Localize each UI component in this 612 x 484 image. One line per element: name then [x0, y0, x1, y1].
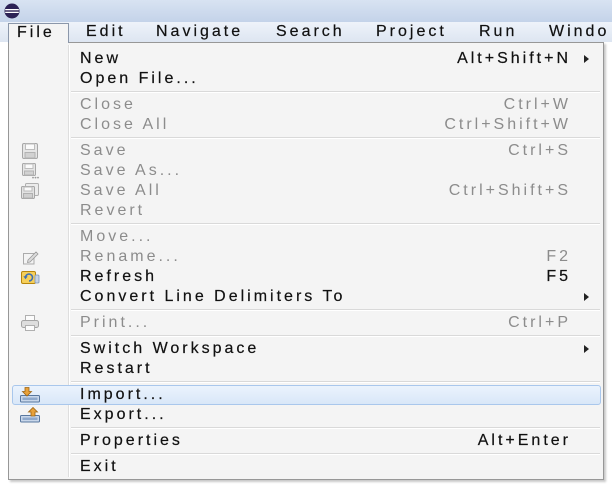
export-icon: [20, 407, 40, 423]
menu-item-label: Revert: [80, 202, 146, 219]
menu-item-restart[interactable]: Restart: [9, 359, 603, 379]
menubar-item-run[interactable]: Run: [479, 22, 517, 42]
shortcut-label: Ctrl+Shift+S: [448, 182, 571, 199]
menu-item-label: Convert Line Delimiters To: [80, 288, 346, 305]
menu-separator: [71, 137, 600, 139]
menu-item-exit[interactable]: Exit: [9, 457, 603, 477]
menu-item-switch-workspace[interactable]: Switch Workspace: [9, 339, 603, 359]
submenu-arrow-icon: [584, 345, 589, 353]
menu-item-label: Print...: [80, 314, 151, 331]
title-bar: [0, 0, 612, 22]
menu-separator: [71, 223, 600, 225]
save-all-icon: [20, 183, 40, 199]
menu-item-convert-line-delimiters[interactable]: Convert Line Delimiters To: [9, 287, 603, 307]
menu-item-open-file[interactable]: Open File...: [9, 69, 603, 89]
shortcut-label: F5: [546, 268, 571, 285]
shortcut-label: Ctrl+W: [503, 96, 571, 113]
menu-item-export[interactable]: Export...: [9, 405, 603, 425]
menu-item-label: Restart: [80, 360, 153, 377]
menu-item-label: Rename...: [80, 248, 181, 265]
menu-item-properties[interactable]: Properties Alt+Enter: [9, 431, 603, 451]
menu-item-label: New: [80, 50, 122, 67]
save-icon: [20, 143, 40, 159]
file-menu-dropdown: New Alt+Shift+N Open File... Close Ctrl+…: [8, 42, 604, 480]
menu-item-close: Close Ctrl+W: [9, 95, 603, 115]
menubar-item-search[interactable]: Search: [276, 22, 345, 42]
menu-item-save: Save Ctrl+S: [9, 141, 603, 161]
menu-item-label: Refresh: [80, 268, 158, 285]
eclipse-logo-icon: [4, 3, 20, 19]
menubar-item-edit[interactable]: Edit: [86, 22, 126, 42]
shortcut-label: Ctrl+S: [508, 142, 571, 159]
menu-item-label: Save As...: [80, 162, 183, 179]
menu-item-label: Close All: [80, 116, 170, 133]
menu-item-revert: Revert: [9, 201, 603, 221]
menu-item-refresh[interactable]: Refresh F5: [9, 267, 603, 287]
shortcut-label: F2: [546, 248, 571, 265]
menu-item-close-all: Close All Ctrl+Shift+W: [9, 115, 603, 135]
rename-icon: [20, 249, 40, 265]
menu-item-label: Exit: [80, 458, 119, 475]
save-as-icon: [20, 163, 40, 179]
menu-item-label: Move...: [80, 228, 154, 245]
menu-item-rename: Rename... F2: [9, 247, 603, 267]
menubar-item-navigate[interactable]: Navigate: [156, 22, 243, 42]
menu-separator: [71, 381, 600, 383]
submenu-arrow-icon: [584, 293, 589, 301]
submenu-arrow-icon: [584, 55, 589, 63]
menu-item-save-all: Save All Ctrl+Shift+S: [9, 181, 603, 201]
menu-item-label: Properties: [80, 432, 183, 449]
menubar-item-file[interactable]: File: [8, 23, 69, 43]
menu-item-print: Print... Ctrl+P: [9, 313, 603, 333]
menu-item-save-as: Save As...: [9, 161, 603, 181]
menu-item-new[interactable]: New Alt+Shift+N: [9, 49, 603, 69]
menu-separator: [71, 427, 600, 429]
menu-item-label: Export...: [80, 406, 167, 423]
shortcut-label: Ctrl+P: [508, 314, 571, 331]
menu-item-move: Move...: [9, 227, 603, 247]
print-icon: [20, 315, 40, 331]
menu-item-label: Switch Workspace: [80, 340, 260, 357]
import-icon: [20, 387, 40, 403]
shortcut-label: Ctrl+Shift+W: [444, 116, 571, 133]
menubar-item-label: File: [17, 24, 55, 41]
menu-item-import[interactable]: Import...: [9, 385, 603, 405]
shortcut-label: Alt+Shift+N: [457, 50, 571, 67]
menu-item-label: Save: [80, 142, 129, 159]
menubar-item-project[interactable]: Project: [376, 22, 447, 42]
menu-separator: [71, 309, 600, 311]
menu-item-label: Save All: [80, 182, 162, 199]
menu-separator: [71, 453, 600, 455]
menu-item-label: Open File...: [80, 70, 199, 87]
menu-bar: File Edit Navigate Search Project Run Wi…: [0, 22, 612, 43]
menu-separator: [71, 91, 600, 93]
menu-item-label: Import...: [80, 386, 166, 403]
menubar-item-window[interactable]: Windo: [549, 22, 609, 42]
shortcut-label: Alt+Enter: [477, 432, 571, 449]
menu-separator: [71, 335, 600, 337]
refresh-icon: [20, 269, 40, 285]
menu-item-label: Close: [80, 96, 136, 113]
